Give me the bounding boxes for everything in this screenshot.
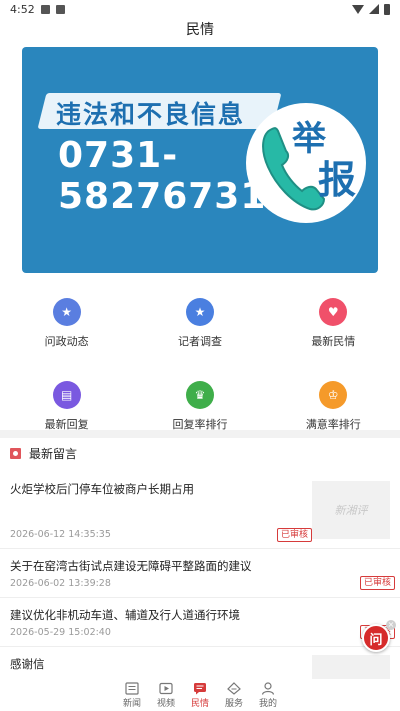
tab-label: 视频: [156, 699, 175, 709]
tab-label: 我的: [258, 699, 277, 709]
list-item[interactable]: 火炬学校后门停车位被商户长期占用 2026-06-12 14:35:35 已审核…: [0, 470, 400, 549]
news-icon: [125, 682, 139, 695]
message-title: 火炬学校后门停车位被商户长期占用: [10, 482, 194, 496]
page-title: 民情: [186, 22, 214, 38]
gallery-icon: [40, 4, 50, 14]
star-badge-icon: ★: [185, 298, 214, 326]
ask-question-button[interactable]: 问: [362, 624, 390, 652]
trophy-icon: ♛: [185, 381, 214, 409]
service-icon: [227, 682, 241, 695]
status-badge: 已审核: [277, 528, 313, 542]
profile-icon: [261, 682, 275, 695]
message-thumbnail: 新湘评: [312, 481, 390, 539]
banner-char-report2: 报: [318, 158, 357, 202]
crown-icon: ♔: [319, 381, 348, 409]
banner-phone-line2: 58276731: [58, 176, 267, 217]
quick-item-satisfaction-ranking[interactable]: ♔ 满意率排行: [267, 381, 400, 432]
tab-service[interactable]: 服务: [222, 679, 246, 711]
tab-label: 民情: [190, 699, 209, 709]
quick-item-latest-public-opinion[interactable]: ♥ 最新民情: [267, 298, 400, 349]
quick-item-label: 记者调查: [177, 335, 222, 348]
message-list: 火炬学校后门停车位被商户长期占用 2026-06-12 14:35:35 已审核…: [0, 470, 400, 683]
status-time: 4:52: [10, 2, 35, 16]
section-header: 最新留言: [10, 443, 77, 463]
message-time: 2026-06-02 13:39:28: [10, 578, 111, 589]
tab-video[interactable]: 视频: [154, 679, 178, 711]
list-item[interactable]: 关于在窑湾古街试点建设无障碍平整路面的建议 2026-06-02 13:39:2…: [0, 549, 400, 598]
message-title: 建议优化非机动车道、辅道及行人道通行环境: [10, 608, 240, 622]
banner-heading: 违法和不良信息: [56, 100, 246, 129]
video-icon: [159, 682, 173, 695]
chat-bubble-icon: ▤: [52, 381, 81, 409]
status-badge: 已审核: [360, 576, 396, 590]
close-icon[interactable]: ×: [386, 620, 396, 630]
battery-icon: [384, 3, 390, 15]
tab-news[interactable]: 新闻: [120, 679, 144, 711]
star-badge-icon: ★: [52, 298, 81, 326]
tab-label: 服务: [224, 699, 243, 709]
tab-profile[interactable]: 我的: [256, 679, 280, 711]
chat-icon: [194, 683, 206, 695]
banner-phone-line1: 0731-: [58, 135, 179, 176]
list-item[interactable]: 感谢信: [0, 647, 400, 683]
bottom-tab-bar: 新闻 视频 民情 服务 我的: [0, 679, 400, 711]
message-title: 关于在窑湾古街试点建设无障碍平整路面的建议: [10, 559, 252, 573]
heart-hand-icon: ♥: [319, 298, 348, 326]
quick-menu: ★ 问政动态 ★ 记者调查 ♥ 最新民情 ▤ 最新回复 ♛ 回复率排行 ♔ 满意…: [0, 298, 400, 432]
signal-icon: [369, 4, 379, 14]
tab-label: 新闻: [122, 699, 141, 709]
notification-icon: [55, 4, 65, 14]
status-bar: 4:52: [0, 0, 400, 18]
quick-item-latest-replies[interactable]: ▤ 最新回复: [0, 381, 133, 432]
list-item[interactable]: 建议优化非机动车道、辅道及行人道通行环境 2026-05-29 15:02:40…: [0, 598, 400, 647]
tab-public-opinion[interactable]: 民情: [188, 679, 212, 711]
quick-item-label: 问政动态: [44, 335, 89, 348]
wifi-icon: [352, 4, 364, 14]
message-title: 感谢信: [10, 657, 45, 671]
quick-item-reporter-investigation[interactable]: ★ 记者调查: [133, 298, 266, 349]
quick-item-reply-rate-ranking[interactable]: ♛ 回复率排行: [133, 381, 266, 432]
section-title: 最新留言: [29, 446, 78, 461]
section-divider: [0, 430, 400, 438]
quick-item-politics-news[interactable]: ★ 问政动态: [0, 298, 133, 349]
quick-item-label: 最新民情: [311, 335, 356, 348]
message-time: 2026-05-29 15:02:40: [10, 627, 111, 638]
flag-icon: [10, 447, 21, 459]
report-banner[interactable]: 违法和不良信息 0731- 58276731 举 报: [22, 47, 378, 273]
message-time: 2026-06-12 14:35:35: [10, 529, 111, 540]
